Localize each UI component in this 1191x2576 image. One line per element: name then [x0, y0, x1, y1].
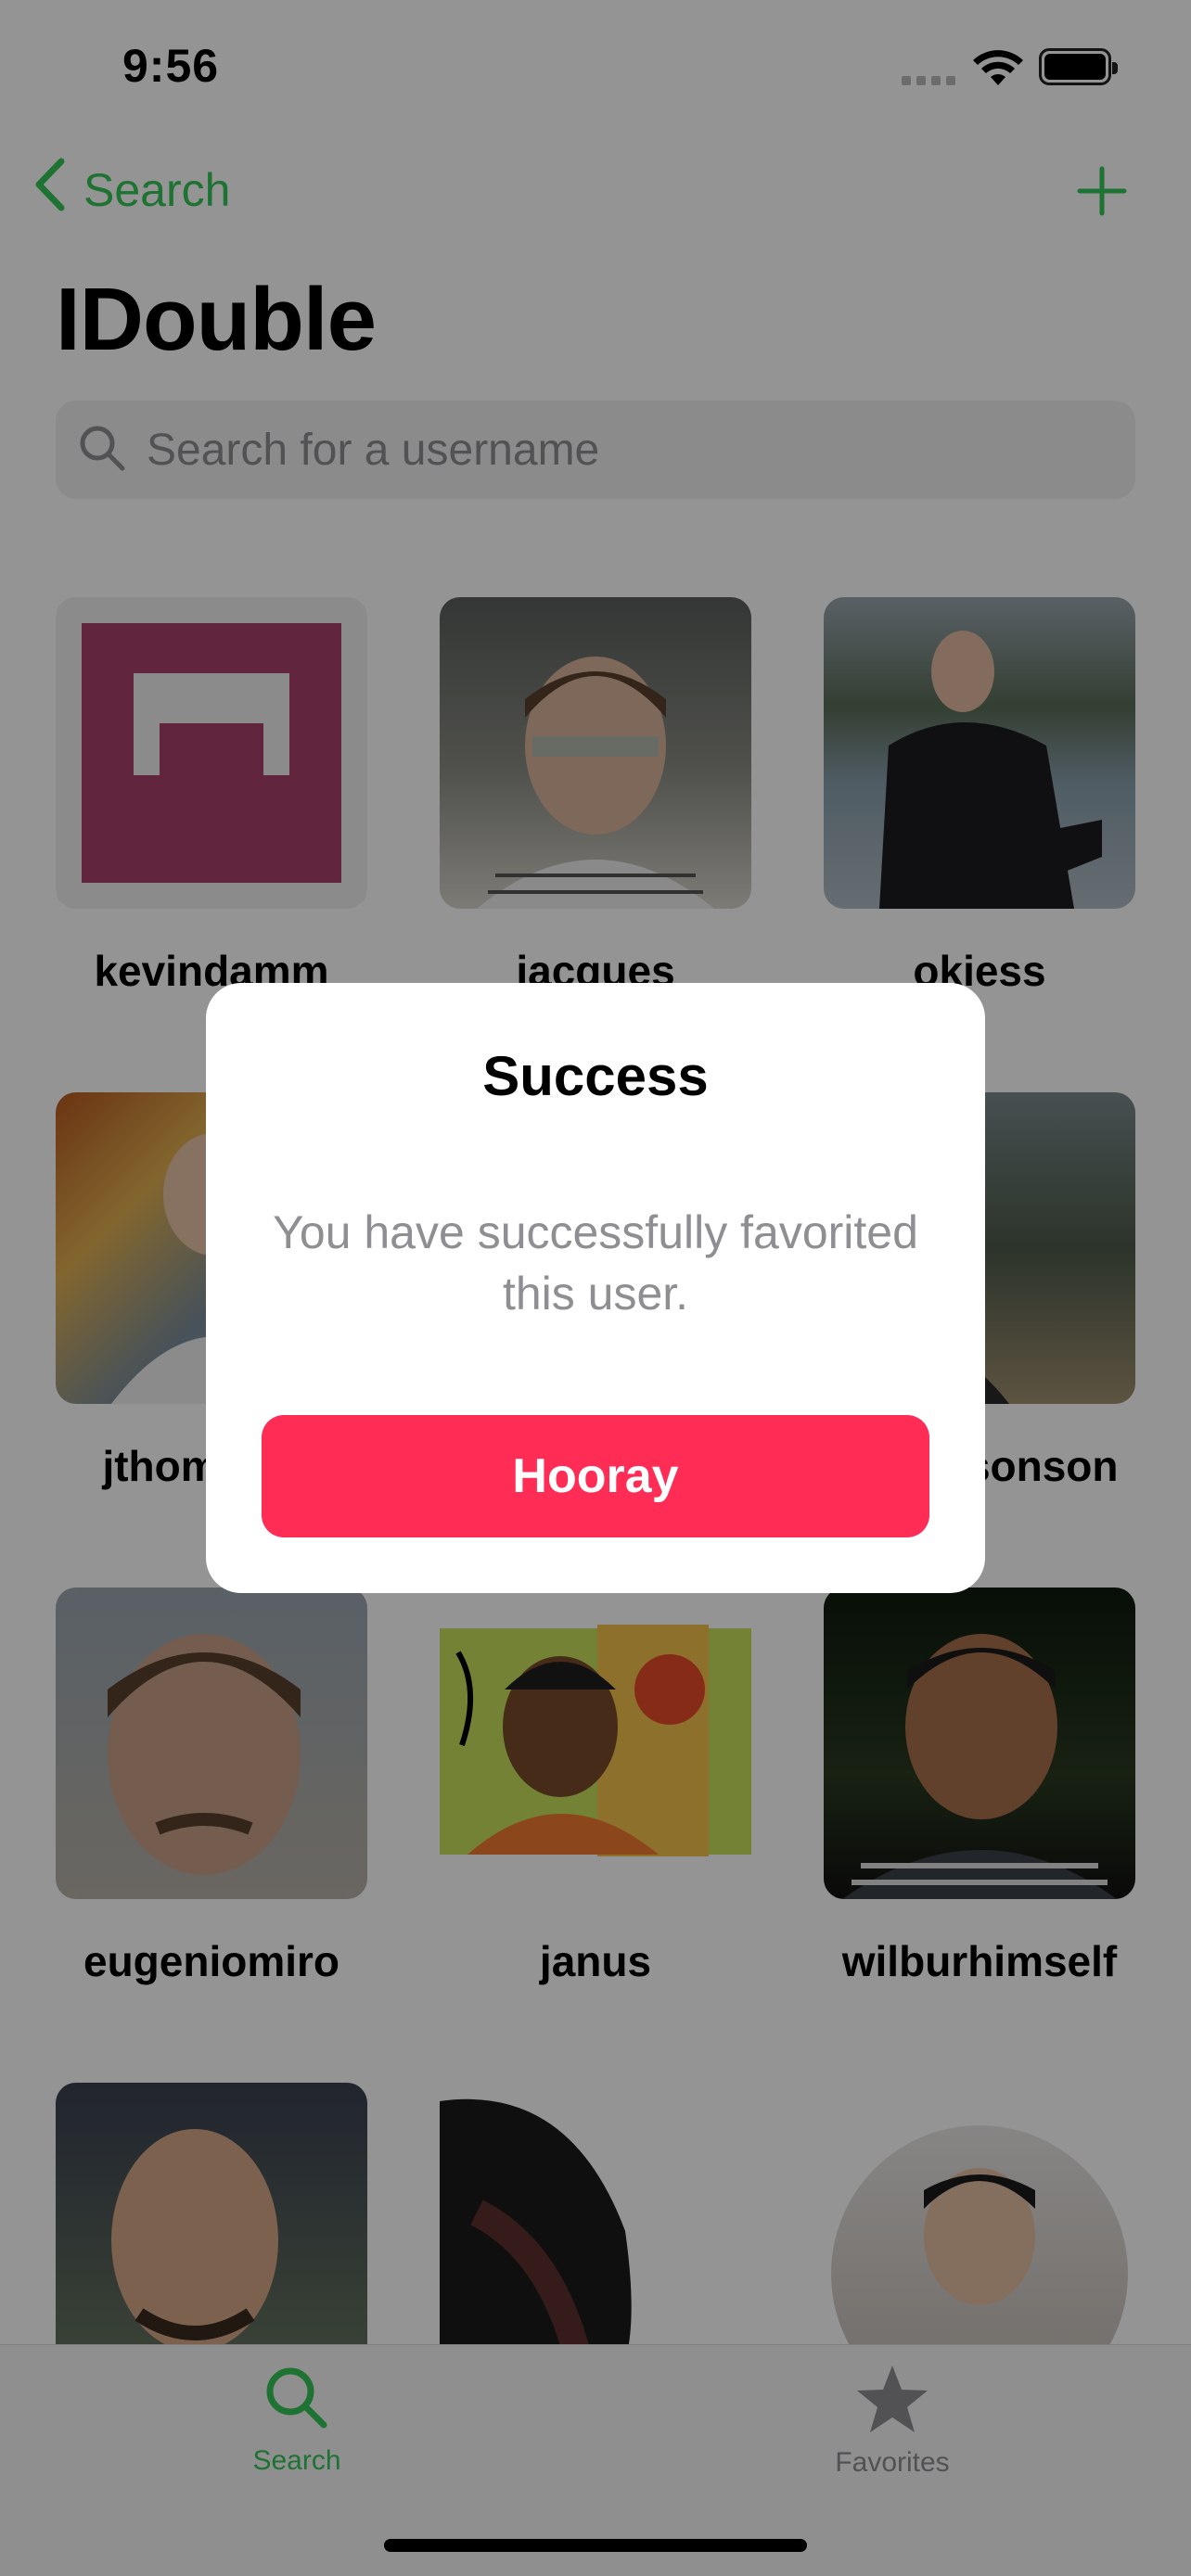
alert-title: Success: [482, 1045, 709, 1107]
screen: 9:56 Search IDouble Search for a usernam…: [0, 0, 1191, 2576]
alert-dialog: Success You have successfully favorited …: [206, 983, 985, 1593]
alert-message: You have successfully favorited this use…: [273, 1206, 918, 1320]
hooray-button[interactable]: Hooray: [262, 1415, 929, 1537]
